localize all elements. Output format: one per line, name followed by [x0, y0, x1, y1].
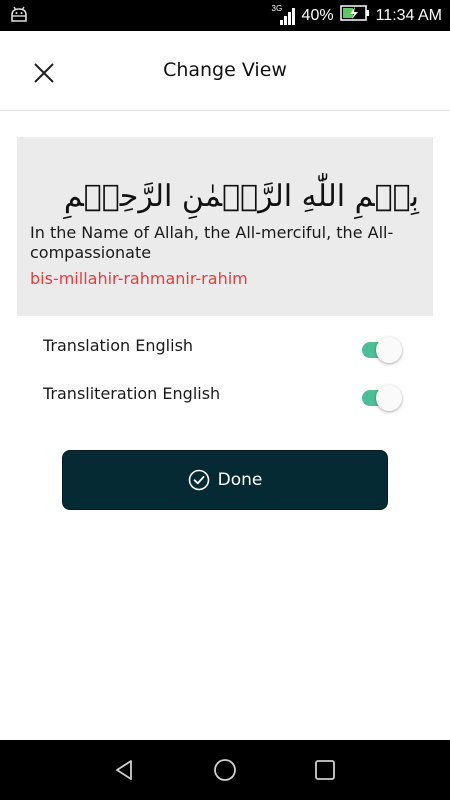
signal-icon: 3G — [272, 4, 296, 26]
done-label: Done — [217, 470, 263, 490]
navigation-bar — [0, 740, 450, 800]
transliteration-toggle[interactable] — [360, 384, 404, 411]
option-label: Translation English — [43, 336, 194, 355]
toggle-thumb — [376, 385, 402, 411]
back-triangle-icon — [116, 760, 132, 780]
transliteration-text: bis-millahir-rahmanir-rahim — [30, 269, 248, 288]
check-circle-icon — [188, 469, 209, 491]
android-debug-icon — [10, 6, 28, 26]
translation-text: In the Name of Allah, the All-merciful, … — [30, 223, 394, 262]
arabic-verse: بِسۡمِ اللّٰهِ الرَّحۡمٰنِ الرَّحِيۡمِ — [63, 179, 419, 214]
back-button[interactable] — [112, 757, 138, 783]
status-bar: 3G 40% 11:34 AM — [0, 0, 450, 31]
done-button[interactable]: Done — [62, 450, 388, 510]
verse-preview-card: بِسۡمِ اللّٰهِ الرَّحۡمٰنِ الرَّحِيۡمِ I… — [17, 137, 433, 316]
recents-button[interactable] — [312, 757, 338, 783]
option-translation-english: Translation English — [43, 332, 408, 364]
battery-charging-icon — [339, 5, 370, 26]
battery-percent: 40% — [301, 6, 334, 24]
home-circle-icon — [214, 759, 236, 781]
option-label: Transliteration English — [43, 384, 221, 403]
clock: 11:34 AM — [375, 6, 442, 24]
header: Change View — [0, 31, 450, 111]
home-button[interactable] — [212, 757, 238, 783]
page-title: Change View — [163, 59, 287, 81]
recents-square-icon — [315, 760, 335, 780]
translation-toggle[interactable] — [360, 336, 404, 363]
toggle-thumb — [376, 337, 402, 363]
option-transliteration-english: Transliteration English — [43, 380, 408, 412]
